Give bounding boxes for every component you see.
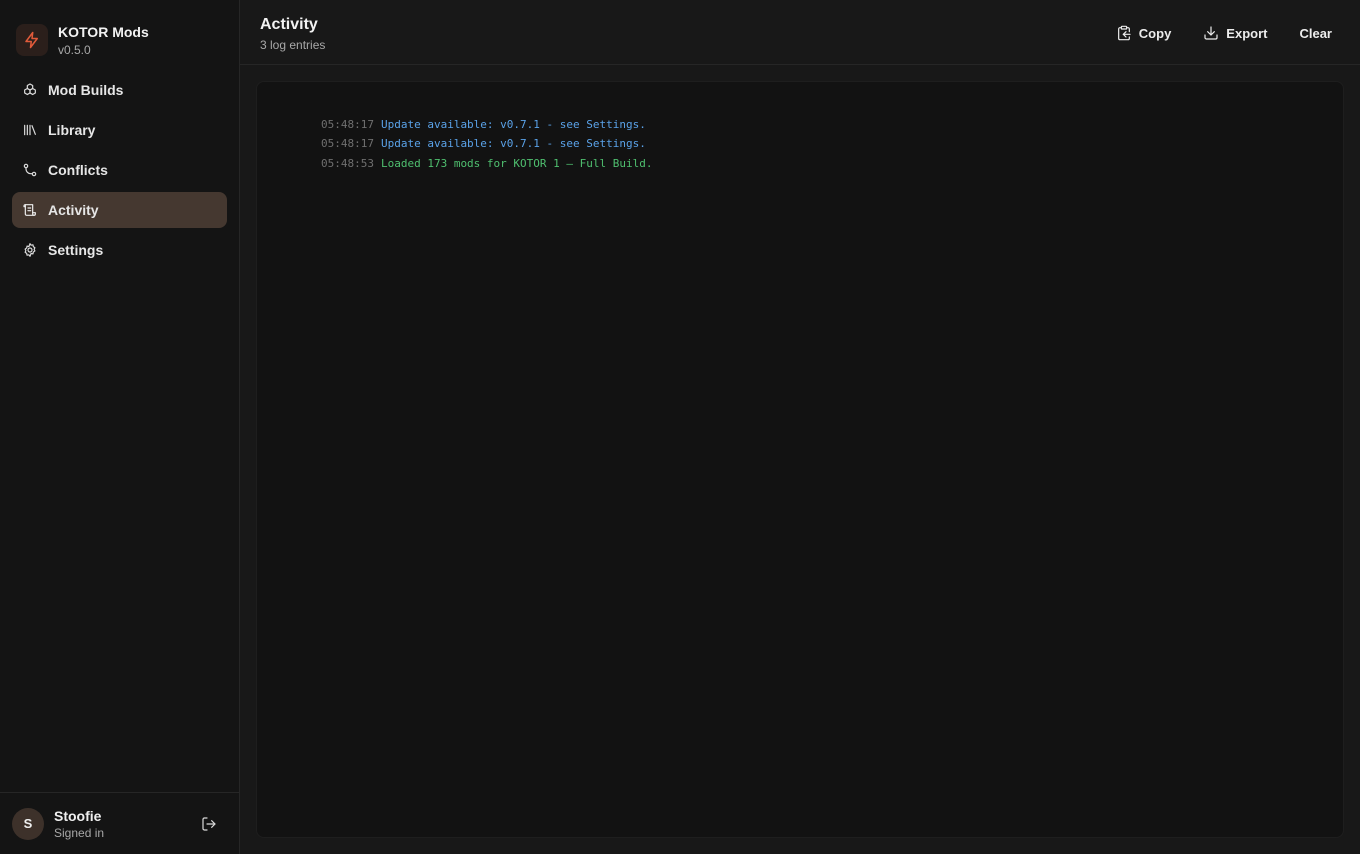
sidebar-item-settings[interactable]: Settings [12,232,227,268]
download-icon [1204,26,1218,40]
brand: KOTOR Mods v0.5.0 [0,0,239,64]
log-timestamp: 05:48:17 [320,117,374,131]
library-icon [22,122,38,138]
activity-log-panel: 05:48:17 Update available: v0.7.1 - see S… [256,81,1344,838]
log-message: Loaded 173 mods for KOTOR 1 — Full Build… [380,156,653,170]
app-window: KOTOR Mods v0.5.0 Mod Builds Library Con… [0,0,1360,854]
copy-button[interactable]: Copy [1108,22,1180,44]
sidebar-item-library[interactable]: Library [12,112,227,148]
clear-label: Clear [1299,25,1332,41]
sidebar-item-label: Conflicts [48,162,108,178]
log-entry-count: 3 log entries [260,38,326,52]
lightning-logo-icon [16,24,48,56]
boxes-icon [22,82,38,98]
sidebar: KOTOR Mods v0.5.0 Mod Builds Library Con… [0,0,240,854]
log-entry: 05:48:17 Update available: v0.7.1 - see S… [268,95,1332,131]
user-status: Signed in [54,825,105,840]
main-content: Activity 3 log entries Copy Export Clear [240,0,1360,854]
sidebar-nav: Mod Builds Library Conflicts Activity Se… [0,68,239,272]
sidebar-item-label: Settings [48,242,104,258]
page-title: Activity [260,16,318,33]
log-timestamp: 05:48:53 [320,156,374,170]
sidebar-item-conflicts[interactable]: Conflicts [12,152,227,188]
sidebar-item-activity[interactable]: Activity [12,192,227,228]
git-branch-icon [22,162,38,178]
log-message: Update available: v0.7.1 - see Settings. [380,137,646,150]
export-button[interactable]: Export [1195,22,1275,44]
sidebar-item-label: Mod Builds [48,82,124,98]
scroll-log-icon [22,202,38,218]
clipboard-copy-icon [1117,25,1131,41]
app-name: KOTOR Mods [58,23,149,40]
sidebar-item-label: Library [48,122,96,138]
app-version: v0.5.0 [58,42,91,57]
avatar: S [12,807,44,840]
page-header: Activity 3 log entries Copy Export Clear [240,0,1360,65]
gear-icon [22,242,38,258]
export-label: Export [1226,25,1268,41]
sidebar-item-mod-builds[interactable]: Mod Builds [12,72,227,108]
logout-button[interactable] [195,810,223,838]
header-actions: Copy Export Clear [1092,0,1340,44]
clear-button[interactable]: Clear [1291,22,1340,44]
user-name: Stoofie [54,807,102,824]
sidebar-item-label: Activity [48,202,99,218]
log-message: Update available: v0.7.1 - see Settings. [380,117,646,131]
user-panel: S Stoofie Signed in [0,792,239,854]
logout-icon [202,816,216,831]
copy-label: Copy [1138,25,1172,41]
log-timestamp: 05:48:17 [320,137,374,150]
